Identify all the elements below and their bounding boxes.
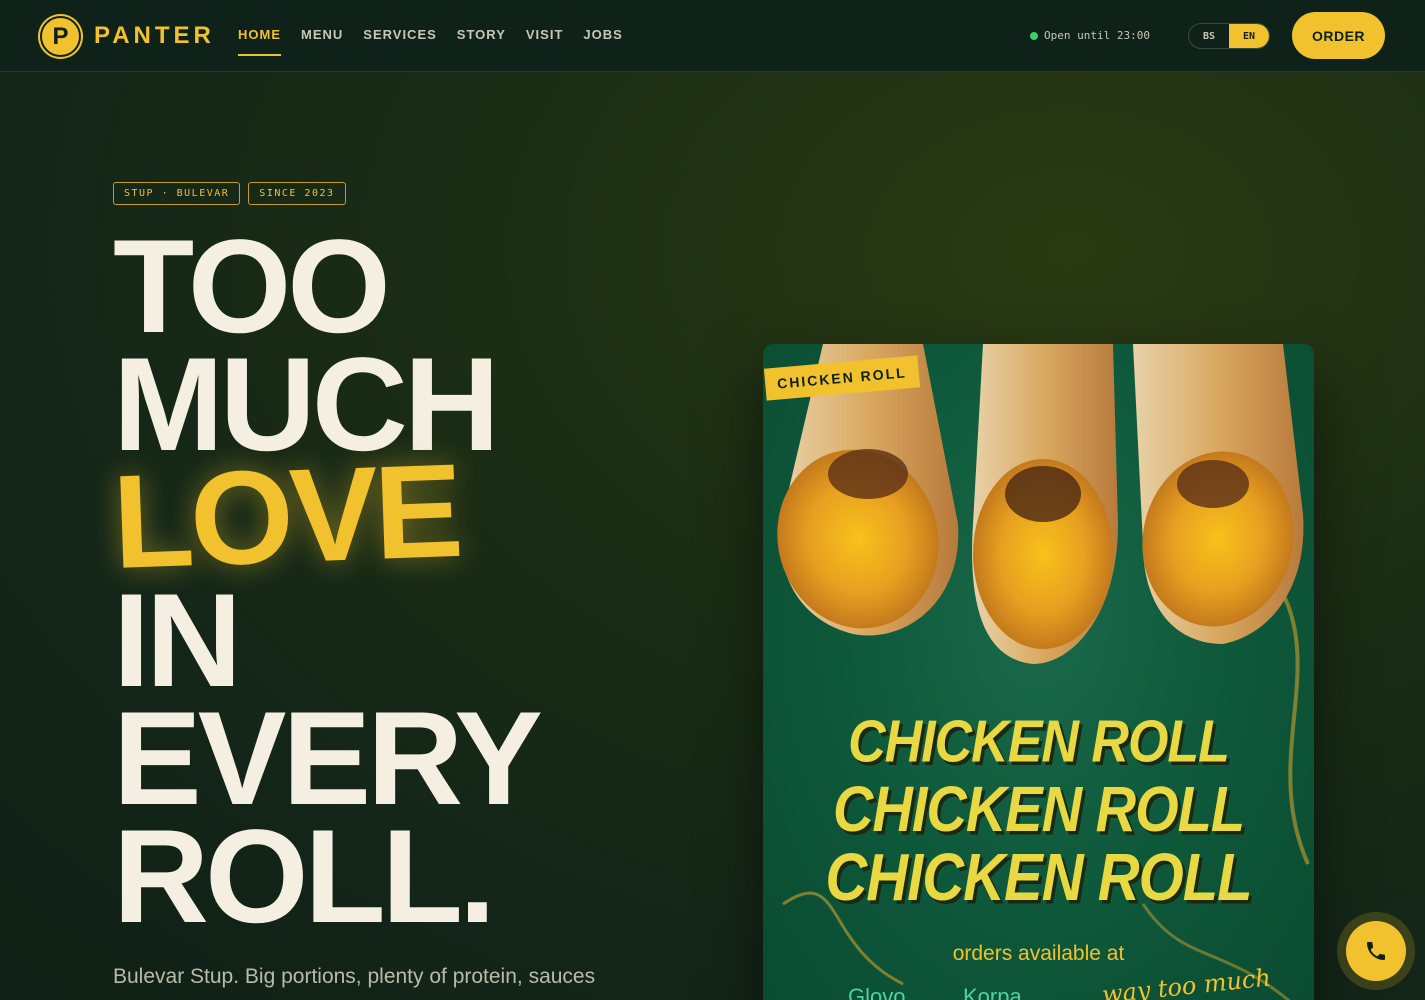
order-button[interactable]: ORDER bbox=[1292, 12, 1385, 59]
hero-headline: TOO MUCH LOVE IN EVERY ROLL. bbox=[110, 213, 543, 951]
poster-title-line: CHICKEN ROLL bbox=[832, 772, 1245, 845]
brand-name[interactable]: PANTER bbox=[94, 22, 215, 50]
headline-line: TOO bbox=[113, 213, 391, 361]
poster-subtitle: orders available at bbox=[952, 942, 1125, 965]
nav-item-services[interactable]: SERVICES bbox=[363, 27, 437, 56]
language-switcher: BS EN bbox=[1188, 23, 1270, 49]
call-button[interactable] bbox=[1346, 921, 1406, 981]
logo-badge[interactable]: P bbox=[40, 16, 81, 57]
headline-line: EVERY bbox=[113, 685, 543, 833]
hero-tags: STUP · BULEVAR SINCE 2023 bbox=[113, 182, 346, 205]
open-status: Open until 23:00 bbox=[1030, 29, 1150, 42]
korpa-logo: Korpa bbox=[963, 984, 1022, 1000]
nav-item-story[interactable]: STORY bbox=[457, 27, 506, 56]
nav-item-jobs[interactable]: JOBS bbox=[583, 27, 622, 56]
main-nav: HOME MENU SERVICES STORY VISIT JOBS bbox=[238, 27, 643, 56]
hero-lede: Bulevar Stup. Big portions, plenty of pr… bbox=[113, 965, 596, 988]
nav-item-home[interactable]: HOME bbox=[238, 27, 281, 56]
headline-highlight: LOVE bbox=[110, 436, 462, 597]
headline-line: ROLL. bbox=[113, 803, 496, 951]
nav-item-visit[interactable]: VISIT bbox=[526, 27, 564, 56]
promo-poster: CHICKEN ROLL CHICKEN ROLL CHICKEN ROLL o… bbox=[763, 344, 1314, 1000]
open-status-text: Open until 23:00 bbox=[1044, 29, 1150, 42]
glovo-logo: Glovo bbox=[848, 984, 906, 1000]
poster-title-line: CHICKEN ROLL bbox=[848, 708, 1230, 776]
nav-item-menu[interactable]: MENU bbox=[301, 27, 343, 56]
status-dot-icon bbox=[1030, 31, 1038, 40]
location-tag: STUP · BULEVAR bbox=[113, 182, 241, 205]
language-option-bs[interactable]: BS bbox=[1189, 24, 1229, 48]
phone-icon bbox=[1367, 942, 1385, 960]
language-option-en[interactable]: EN bbox=[1229, 24, 1269, 48]
since-tag: SINCE 2023 bbox=[248, 182, 346, 205]
headline-line: IN bbox=[113, 567, 242, 715]
top-navigation-bar: P PANTER HOME MENU SERVICES STORY VISIT … bbox=[0, 0, 1425, 72]
poster-title-line: CHICKEN ROLL bbox=[825, 840, 1252, 915]
